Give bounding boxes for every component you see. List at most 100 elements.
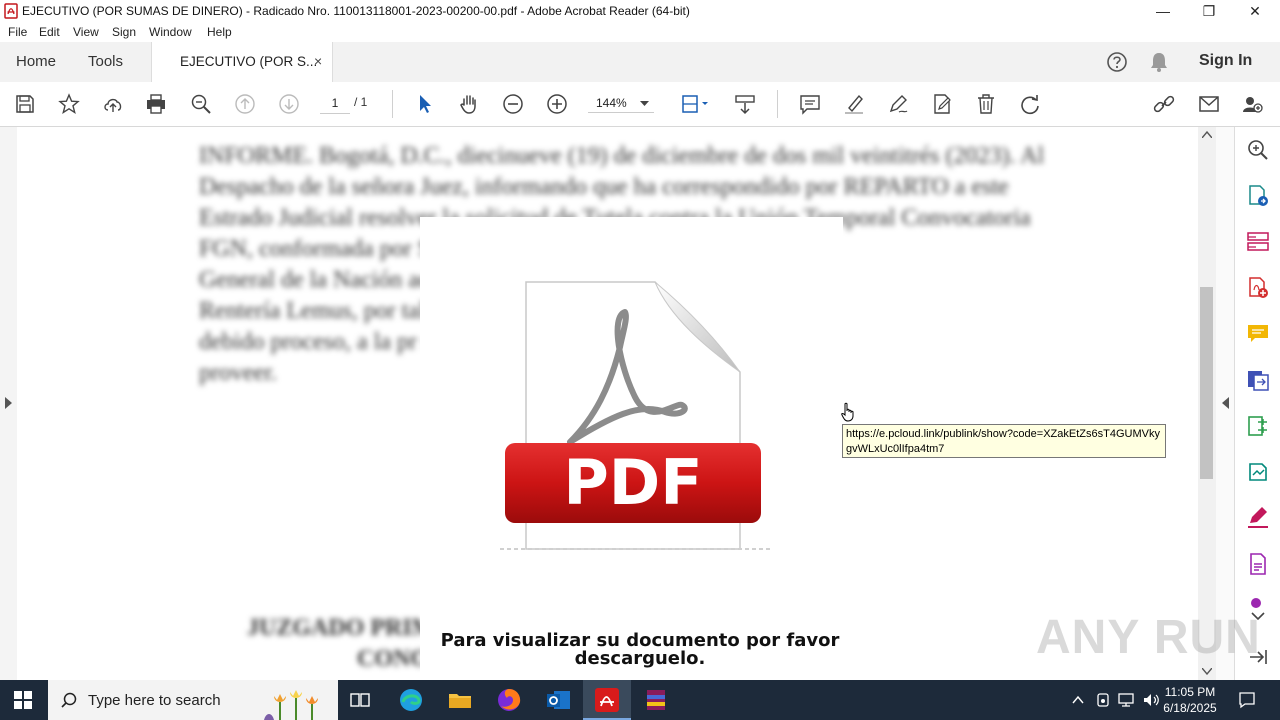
menu-edit[interactable]: Edit <box>39 25 60 39</box>
firefox-icon[interactable] <box>495 686 523 714</box>
more-tools-icon <box>1251 598 1261 608</box>
task-view-icon[interactable] <box>346 686 374 714</box>
winrar-icon[interactable] <box>642 686 670 714</box>
hand-tool-button[interactable] <box>457 92 481 116</box>
notification-bell-icon[interactable] <box>1149 51 1169 73</box>
link-tooltip: https://e.pcloud.link/publink/show?code=… <box>842 424 1166 458</box>
upload-button[interactable] <box>101 92 125 116</box>
blurred-paragraph-line: Despacho de la señora Juez, informando q… <box>199 174 1009 200</box>
previous-page-button[interactable] <box>233 92 257 116</box>
tool-edit-document[interactable] <box>1246 552 1270 576</box>
print-button[interactable] <box>144 92 168 116</box>
scroll-up-icon[interactable] <box>1202 131 1212 138</box>
clock-date: 6/18/2025 <box>1163 701 1217 715</box>
page-display-button[interactable] <box>678 92 712 116</box>
menu-bar: File Edit View Sign Window Help <box>0 22 1280 42</box>
share-user-button[interactable] <box>1240 92 1264 116</box>
left-panel-toggle[interactable] <box>0 127 17 680</box>
scrollbar-thumb[interactable] <box>1200 287 1213 479</box>
scroll-down-icon <box>735 95 755 115</box>
find-button[interactable] <box>189 92 213 116</box>
tulip-search-highlight-icon <box>264 690 318 720</box>
comment-button[interactable] <box>798 92 822 116</box>
arrow-up-circle-icon <box>235 94 255 114</box>
acrobat-taskbar-button[interactable] <box>583 680 631 720</box>
acrobat-app-icon <box>4 3 18 19</box>
edit-pdf-button[interactable] <box>930 92 954 116</box>
tab-home[interactable]: Home <box>16 53 56 70</box>
document-viewport[interactable]: INFORME. Bogotá, D.C., diecinueve (19) d… <box>0 127 1234 680</box>
save-button[interactable] <box>13 92 37 116</box>
vertical-scrollbar[interactable] <box>1198 127 1216 680</box>
scan-icon <box>1249 463 1267 481</box>
edge-browser-icon[interactable] <box>397 686 425 714</box>
scroll-mode-button[interactable] <box>733 92 757 116</box>
menu-view[interactable]: View <box>73 25 99 39</box>
draw-button[interactable] <box>886 92 910 116</box>
close-icon: ✕ <box>1249 3 1261 19</box>
tool-fill-sign[interactable] <box>1246 506 1270 530</box>
bookmark-button[interactable] <box>57 92 81 116</box>
tool-organize-pages[interactable] <box>1246 230 1270 254</box>
menu-sign[interactable]: Sign <box>112 25 136 39</box>
taskbar-search-box[interactable]: Type here to search <box>48 680 338 720</box>
right-panel-toggle[interactable] <box>1216 127 1234 680</box>
maximize-button[interactable]: ❐ <box>1186 0 1232 22</box>
tab-tools[interactable]: Tools <box>88 53 123 70</box>
tab-document[interactable]: EJECUTIVO (POR S... × <box>151 42 333 83</box>
device-icon[interactable] <box>1095 692 1111 708</box>
hand-icon <box>460 95 476 114</box>
tool-combine-files[interactable] <box>1246 368 1270 392</box>
sign-in-button[interactable]: Sign In <box>1199 52 1252 70</box>
chevron-up-icon[interactable] <box>1071 693 1085 707</box>
menu-window[interactable]: Window <box>149 25 192 39</box>
scroll-down-arrow-icon[interactable] <box>1202 668 1212 675</box>
zoom-level-value: 144% <box>596 96 627 110</box>
close-window-button[interactable]: ✕ <box>1232 0 1278 22</box>
windows-start-icon[interactable] <box>14 691 32 709</box>
user-add-icon <box>1243 97 1263 113</box>
download-overlay[interactable]: PDF Para visualizar su documento por fav… <box>420 217 843 680</box>
delete-button[interactable] <box>974 92 998 116</box>
minimize-button[interactable]: — <box>1140 0 1186 22</box>
compress-icon <box>1248 416 1267 436</box>
menu-file[interactable]: File <box>8 25 27 39</box>
tab-close-button[interactable]: × <box>314 53 322 69</box>
search-placeholder: Type here to search <box>88 692 221 709</box>
taskbar: Type here to search 11:05 PM 6/18/2025 <box>0 680 1280 720</box>
tool-search[interactable] <box>1246 138 1270 162</box>
collapse-right-panel-icon <box>1222 397 1229 409</box>
highlighter-icon <box>845 94 863 114</box>
select-tool-button[interactable] <box>413 92 437 116</box>
link-icon <box>1153 95 1175 113</box>
network-icon[interactable] <box>1117 692 1135 708</box>
zoom-out-button[interactable] <box>501 92 525 116</box>
tool-compress[interactable] <box>1246 414 1270 438</box>
notification-center-icon[interactable] <box>1238 691 1256 709</box>
next-page-button[interactable] <box>277 92 301 116</box>
zoom-level-select[interactable]: 144% <box>588 93 654 113</box>
edit-document-icon <box>934 94 951 114</box>
toolbar: 1 / 1 144% <box>0 82 1280 127</box>
help-icon[interactable] <box>1106 51 1128 73</box>
chevron-down-icon <box>640 101 649 106</box>
title-bar: EJECUTIVO (POR SUMAS DE DINERO) - Radica… <box>0 0 1280 22</box>
menu-help[interactable]: Help <box>207 25 232 39</box>
tool-create-pdf[interactable] <box>1246 276 1270 300</box>
rotate-icon <box>1021 95 1039 115</box>
tool-comment[interactable] <box>1246 322 1270 346</box>
tool-export-pdf[interactable] <box>1246 184 1270 208</box>
tool-more-partial[interactable] <box>1246 597 1270 609</box>
right-tools-panel <box>1234 127 1280 680</box>
email-button[interactable] <box>1197 92 1221 116</box>
outlook-icon[interactable] <box>544 686 572 714</box>
rotate-button[interactable] <box>1018 92 1042 116</box>
page-number-input[interactable]: 1 <box>320 93 350 114</box>
plus-circle-icon <box>547 94 567 114</box>
highlight-button[interactable] <box>842 92 866 116</box>
file-explorer-icon[interactable] <box>446 686 474 714</box>
share-link-button[interactable] <box>1152 92 1176 116</box>
system-clock[interactable]: 11:05 PM 6/18/2025 <box>1150 684 1230 716</box>
tool-scan[interactable] <box>1246 460 1270 484</box>
zoom-in-button[interactable] <box>545 92 569 116</box>
